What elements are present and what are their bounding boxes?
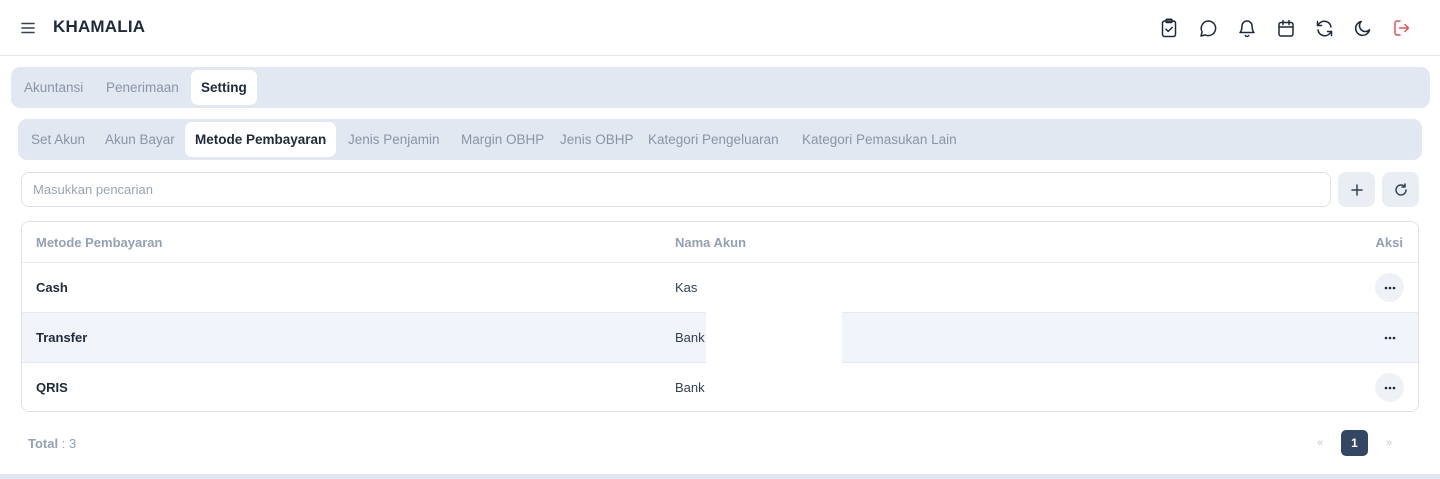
cell-nama-akun: Kas: [675, 280, 698, 295]
tab-jenis-obhp[interactable]: Jenis OBHP: [550, 122, 644, 157]
column-header-metode[interactable]: Metode Pembayaran: [36, 222, 162, 262]
tab-label: Akun Bayar: [105, 132, 175, 147]
reload-button[interactable]: [1382, 172, 1419, 207]
total-value: : 3: [61, 436, 77, 451]
row-actions-button[interactable]: [1375, 273, 1404, 302]
redaction-overlay: [706, 311, 842, 401]
total-label: Total: [28, 436, 59, 451]
bell-icon[interactable]: [1237, 17, 1257, 39]
tab-setting[interactable]: Setting: [191, 70, 257, 105]
chat-bubble-icon[interactable]: [1198, 17, 1218, 39]
tab-label: Margin OBHP: [461, 132, 545, 147]
rotate-icon: [1394, 182, 1407, 196]
tab-akuntansi[interactable]: Akuntansi: [14, 70, 93, 105]
tab-label: Setting: [201, 80, 247, 95]
tab-penerimaan[interactable]: Penerimaan: [96, 70, 189, 105]
calendar-icon[interactable]: [1276, 17, 1296, 39]
tab-label: Set Akun: [31, 132, 86, 147]
tab-margin-obhp[interactable]: Margin OBHP: [451, 122, 554, 157]
app-title: KHAMALIA: [53, 17, 146, 36]
hamburger-menu-icon[interactable]: [18, 18, 38, 38]
header-actions: [1159, 17, 1412, 39]
tab-kategori-pengeluaran[interactable]: Kategori Pengeluaran: [638, 122, 789, 157]
tab-label: Jenis Penjamin: [348, 132, 440, 147]
tab-jenis-penjamin[interactable]: Jenis Penjamin: [338, 122, 450, 157]
tab-label: Kategori Pemasukan Lain: [802, 132, 957, 147]
more-dots-icon: [1384, 336, 1395, 339]
column-header-nama-akun[interactable]: Nama Akun: [675, 222, 746, 262]
tab-label: Metode Pembayaran: [195, 132, 327, 147]
column-header-aksi: Aksi: [1375, 234, 1403, 250]
plus-icon: [1350, 183, 1363, 196]
moon-icon[interactable]: [1353, 17, 1373, 39]
pagination: « 1 »: [1307, 430, 1402, 456]
tab-akun-bayar[interactable]: Akun Bayar: [95, 122, 185, 157]
cell-metode: QRIS: [36, 380, 68, 395]
table-row[interactable]: Cash Kas: [22, 262, 1418, 312]
cell-nama-akun: Bank: [675, 380, 705, 395]
row-actions-button[interactable]: [1375, 323, 1404, 352]
clipboard-check-icon[interactable]: [1159, 17, 1179, 39]
bottom-divider: [0, 474, 1440, 479]
cell-metode: Transfer: [36, 330, 88, 345]
next-page-button[interactable]: »: [1376, 430, 1402, 456]
tab-label: Penerimaan: [106, 80, 179, 95]
tab-kategori-pemasukan-lain[interactable]: Kategori Pemasukan Lain: [792, 122, 967, 157]
tab-label: Kategori Pengeluaran: [648, 132, 779, 147]
total-count: Total : 3: [28, 436, 76, 451]
more-dots-icon: [1384, 286, 1395, 289]
tab-metode-pembayaran[interactable]: Metode Pembayaran: [185, 122, 337, 157]
tab-label: Akuntansi: [24, 80, 84, 95]
cell-metode: Cash: [36, 280, 68, 295]
row-actions-button[interactable]: [1375, 373, 1404, 402]
top-bar: KHAMALIA: [0, 0, 1440, 56]
add-button[interactable]: [1338, 172, 1375, 207]
refresh-icon[interactable]: [1314, 17, 1334, 39]
main-tab-bar: Akuntansi Penerimaan Setting: [11, 67, 1430, 108]
more-dots-icon: [1384, 386, 1395, 389]
logout-icon[interactable]: [1392, 17, 1412, 39]
page-1-button[interactable]: 1: [1341, 430, 1368, 456]
search-input[interactable]: [21, 172, 1331, 207]
tab-set-akun[interactable]: Set Akun: [21, 122, 95, 157]
prev-page-button[interactable]: «: [1307, 430, 1333, 456]
sub-tab-bar: Set Akun Akun Bayar Metode Pembayaran Je…: [18, 119, 1422, 160]
tab-label: Jenis OBHP: [560, 132, 634, 147]
cell-nama-akun: Bank: [675, 330, 705, 345]
